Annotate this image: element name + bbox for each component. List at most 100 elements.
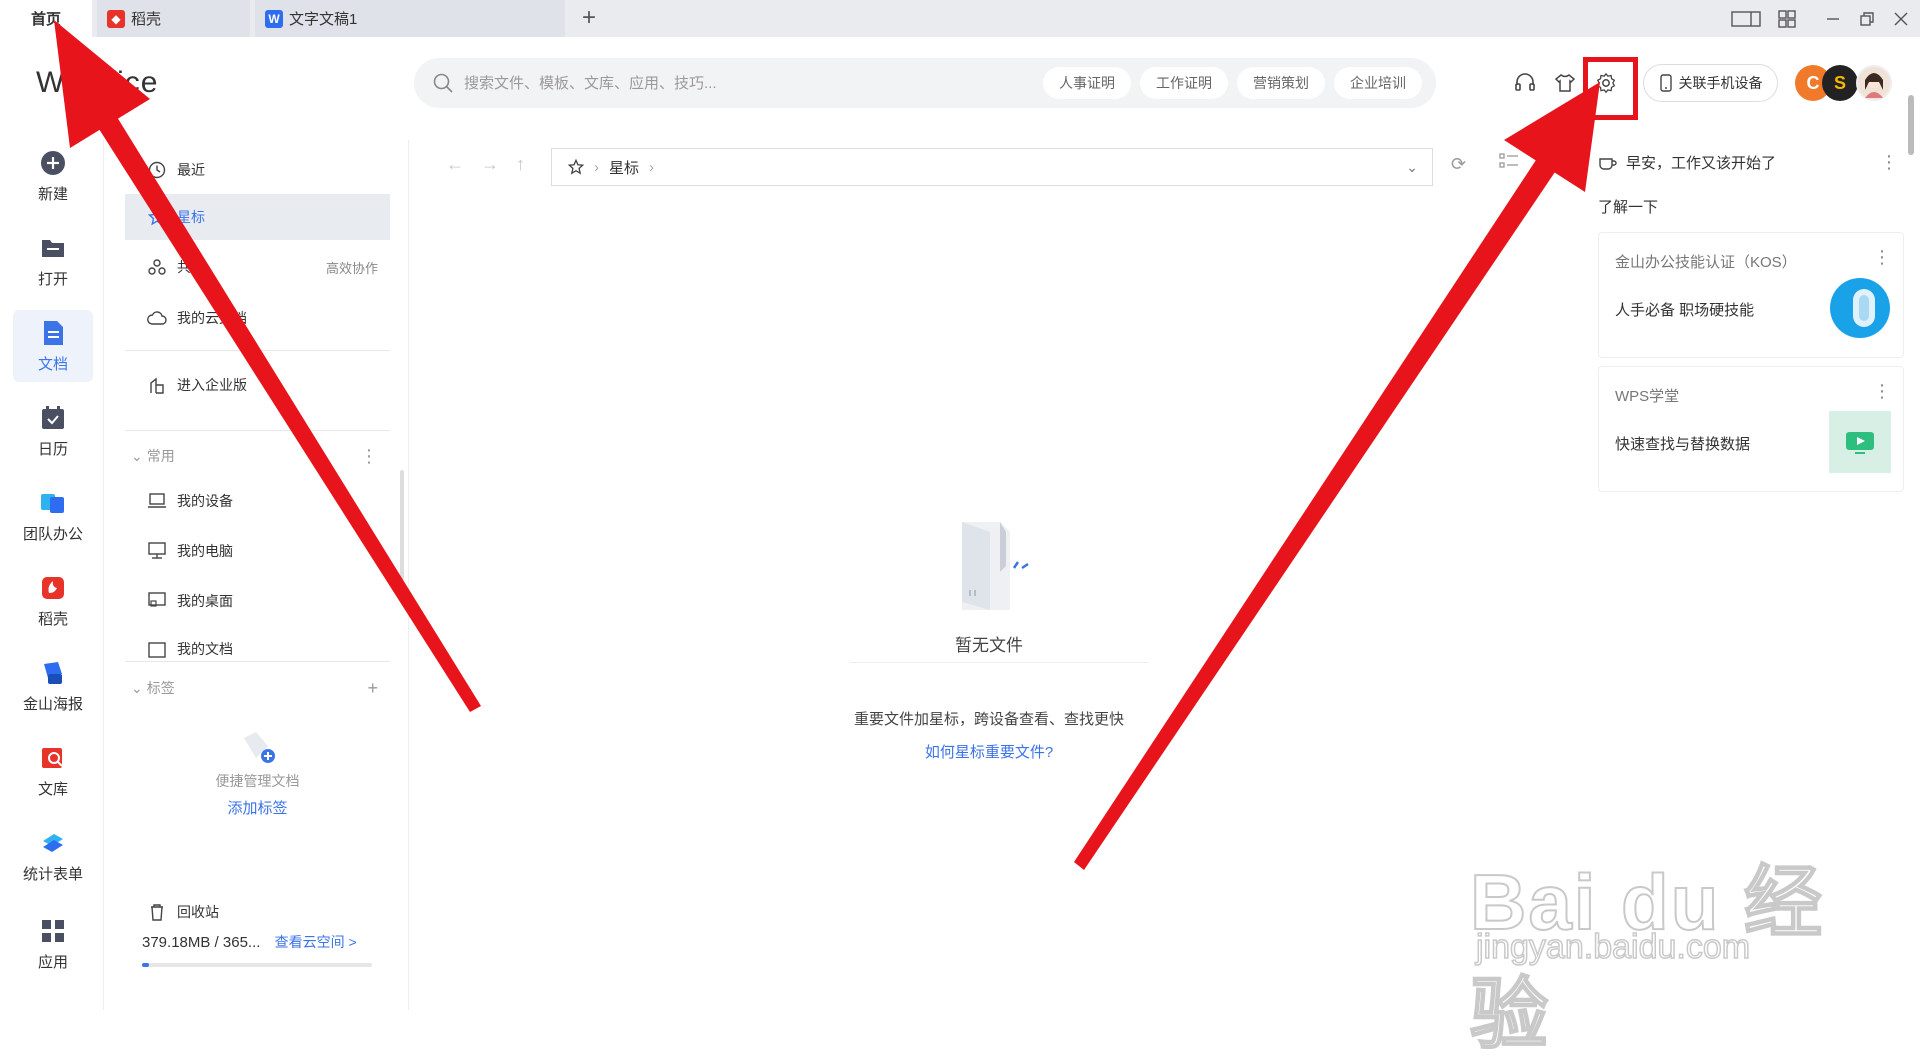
chip-enterprise-training[interactable]: 企业培训: [1334, 67, 1422, 99]
back-arrow-icon[interactable]: ←: [446, 154, 464, 175]
nav-stat-form[interactable]: 统计表单: [13, 820, 93, 892]
nav-poster-label: 金山海报: [22, 695, 83, 713]
nav-documents[interactable]: 文档: [13, 310, 93, 382]
chip-marketing-plan[interactable]: 营销策划: [1237, 67, 1325, 99]
promo-card-kos[interactable]: 金山办公技能认证（KOS） ⋮ 人手必备 职场硬技能: [1598, 232, 1904, 358]
nav-poster[interactable]: 金山海报: [13, 650, 93, 722]
avatar[interactable]: [1856, 65, 1892, 101]
coffee-icon: [1599, 157, 1617, 170]
tags-section-header[interactable]: ⌄ 标签 +: [125, 670, 390, 706]
close-icon[interactable]: [1886, 0, 1916, 37]
breadcrumb[interactable]: › 星标 › ⌄: [551, 148, 1433, 186]
new-tab-button[interactable]: +: [575, 4, 603, 32]
super-member-icon[interactable]: S: [1822, 65, 1858, 101]
my-documents-icon: [147, 639, 167, 659]
common-my-computer[interactable]: 我的电脑: [125, 528, 390, 574]
forward-arrow-icon[interactable]: →: [481, 154, 499, 175]
star-icon: [147, 207, 167, 227]
more-vertical-icon[interactable]: ⋮: [1873, 247, 1891, 268]
link-phone-label: 关联手机设备: [1678, 75, 1763, 91]
chip-hr-certificate[interactable]: 人事证明: [1043, 67, 1131, 99]
search-icon: [433, 73, 453, 93]
layout-icon[interactable]: [1728, 0, 1764, 37]
tab-document-label: 文字文稿1: [289, 11, 358, 28]
chip-work-certificate[interactable]: 工作证明: [1140, 67, 1228, 99]
common-section-header[interactable]: ⌄ 常用 ⋮: [125, 438, 390, 474]
team-icon: [39, 489, 67, 517]
more-vertical-icon[interactable]: ⋮: [1880, 152, 1898, 173]
user-avatar-icon: [1865, 73, 1883, 98]
common-section-title: 常用: [146, 448, 175, 464]
common-my-device[interactable]: 我的设备: [125, 478, 390, 524]
promo-card-wps-academy[interactable]: WPS学堂 ⋮ 快速查找与替换数据: [1598, 366, 1904, 492]
document-icon: [39, 319, 67, 347]
chevron-down-icon[interactable]: ⌄: [1406, 159, 1418, 176]
link-phone-button[interactable]: 关联手机设备: [1643, 64, 1778, 102]
view-cloud-space-link[interactable]: 查看云空间 >: [275, 934, 357, 950]
breadcrumb-separator-icon: ›: [594, 158, 599, 176]
search-input[interactable]: [464, 74, 1024, 92]
greeting-text: 早安，工作又该开始了: [1626, 155, 1777, 172]
tab-document[interactable]: W 文字文稿1: [255, 0, 565, 37]
nav-open[interactable]: 打开: [13, 225, 93, 297]
docer-icon: ◆: [107, 9, 125, 28]
breadcrumb-current: 星标: [609, 159, 640, 177]
panel-shared[interactable]: 共享 高效协作: [125, 244, 390, 290]
tab-home[interactable]: 首页: [0, 0, 92, 37]
add-tag-link[interactable]: 添加标签: [125, 797, 390, 818]
nav-library[interactable]: 文库: [13, 735, 93, 807]
restore-icon[interactable]: [1852, 0, 1882, 37]
card-title: WPS学堂: [1615, 388, 1680, 405]
nav-new[interactable]: 新建: [13, 140, 93, 212]
common-my-desktop[interactable]: 我的桌面: [125, 578, 390, 624]
phone-icon: [1659, 74, 1672, 92]
skin-icon[interactable]: [1552, 70, 1578, 96]
nav-team-office[interactable]: 团队办公: [13, 480, 93, 552]
panel-scrollbar[interactable]: [400, 470, 404, 580]
storage-progress-fill: [142, 963, 149, 967]
nav-calendar[interactable]: 日历: [13, 395, 93, 467]
tags-section-title: 标签: [146, 680, 175, 696]
list-view-icon[interactable]: [1499, 152, 1519, 175]
add-tag-plus-icon[interactable]: +: [367, 678, 378, 699]
common-my-desktop-label: 我的桌面: [177, 593, 233, 609]
panel-starred-label: 星标: [177, 209, 205, 225]
headset-icon[interactable]: [1512, 70, 1538, 96]
search-bar[interactable]: 人事证明 工作证明 营销策划 企业培训: [414, 58, 1436, 108]
more-vertical-icon[interactable]: ⋮: [1873, 381, 1891, 402]
right-scrollbar[interactable]: [1908, 95, 1914, 155]
panel-enterprise[interactable]: 进入企业版: [125, 362, 390, 408]
main-area: ← → ↑ › 星标 › ⌄ ⟳ 暂无文件 重要文件加星标，跨设备查看、查找更快…: [408, 140, 1568, 1010]
tags-empty-text: 便捷管理文档: [215, 773, 300, 789]
learn-title: 了解一下: [1598, 199, 1659, 216]
common-my-documents[interactable]: 我的文档: [125, 623, 390, 659]
nav-documents-label: 文档: [37, 355, 68, 373]
device-icon: [147, 491, 167, 511]
nav-calendar-label: 日历: [37, 440, 68, 458]
chevron-down-icon: ⌄: [131, 447, 143, 464]
how-to-star-link[interactable]: 如何星标重要文件?: [409, 741, 1569, 762]
nav-team-office-label: 团队办公: [22, 525, 83, 543]
tab-docer[interactable]: ◆ 稻壳: [97, 0, 250, 37]
storage-usage: 379.18MB / 365...: [142, 934, 261, 951]
panel-starred[interactable]: 星标: [125, 194, 390, 240]
panel-recycle-bin[interactable]: 回收站: [125, 889, 390, 935]
nav-stat-form-label: 统计表单: [22, 865, 83, 883]
nav-apps[interactable]: 应用: [13, 908, 93, 980]
more-vertical-icon[interactable]: ⋮: [360, 446, 378, 467]
tab-home-label: 首页: [30, 11, 61, 28]
storage-progress-bar: [142, 963, 372, 967]
word-doc-icon: W: [265, 9, 283, 28]
tag-icon: [243, 732, 275, 763]
panel-cloud-label: 我的云文档: [177, 310, 247, 326]
tab-bar: 首页 ◆ 稻壳 W 文字文稿1 +: [0, 0, 1920, 37]
grid-view-icon[interactable]: [1772, 0, 1802, 37]
refresh-icon[interactable]: ⟳: [1451, 154, 1466, 175]
up-arrow-icon[interactable]: ↑: [516, 154, 525, 175]
empty-folder-icon: [962, 522, 1029, 610]
nav-docer[interactable]: 稻壳: [13, 565, 93, 637]
enterprise-icon: [147, 375, 167, 395]
panel-recent[interactable]: 最近: [125, 147, 390, 193]
panel-cloud-docs[interactable]: 我的云文档: [125, 295, 390, 341]
minimize-icon[interactable]: [1818, 0, 1848, 37]
